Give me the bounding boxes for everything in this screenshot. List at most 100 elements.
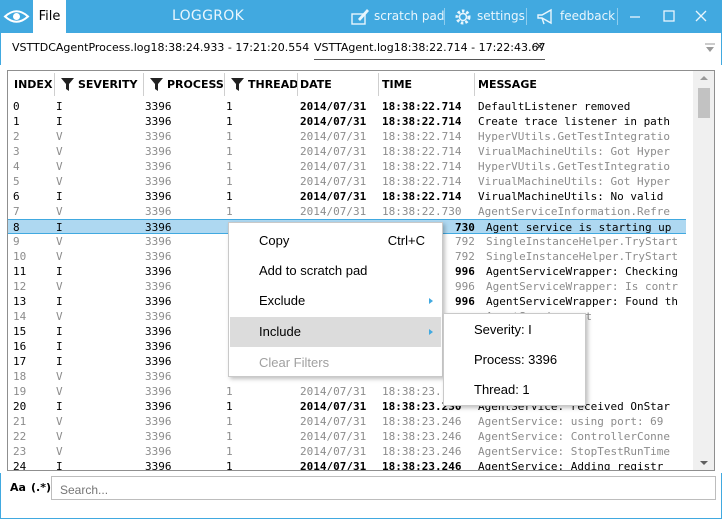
cell-time: 18:38:23.246 [382, 460, 462, 471]
cell-process: 3396 [145, 445, 172, 458]
column-header-process[interactable]: PROCESS [150, 71, 226, 98]
table-row[interactable]: 6 I 3396 1 2014/07/31 18:38:22.714 VirualMachi… [8, 189, 686, 204]
cell-index: 24 [13, 460, 27, 471]
table-row[interactable]: 7 V 3396 1 2014/07/31 18:38:22.730 AgentServic… [8, 204, 686, 219]
cell-severity: V [56, 145, 63, 158]
table-row[interactable]: 4 V 3396 1 2014/07/31 18:38:22.714 HyperVUtils… [8, 159, 686, 174]
cell-time: 18:38:22.714 [382, 130, 462, 143]
cell-date: 2014/07/31 [300, 385, 367, 398]
cell-severity: I [56, 295, 63, 308]
table-row[interactable]: 0 I 3396 1 2014/07/31 18:38:22.714 DefaultList… [8, 99, 686, 114]
cell-message: HyperVUtils.GetTestIntegratio [478, 130, 671, 143]
scroll-down-icon[interactable] [693, 456, 714, 470]
cell-severity: V [56, 250, 63, 263]
cell-message: VirualMachineUtils: Got Hyper [478, 145, 671, 158]
table-row[interactable]: 21 V 3396 1 2014/07/31 18:38:23.246 AgentServi… [8, 414, 686, 429]
cell-thread: 1 [226, 205, 233, 218]
funnel-icon[interactable] [61, 78, 74, 91]
column-header-index[interactable]: INDEX [14, 71, 54, 98]
maximize-button[interactable] [656, 0, 682, 33]
column-header-time[interactable]: TIME [382, 71, 472, 98]
search-input[interactable] [51, 476, 716, 500]
table-row[interactable]: 22 V 3396 1 2014/07/31 18:38:23.246 AgentServi… [8, 429, 686, 444]
submenu-item-process[interactable]: Process: 3396 [445, 345, 584, 375]
eye-icon[interactable] [0, 0, 33, 33]
column-divider[interactable] [474, 73, 475, 96]
table-row[interactable]: 1 I 3396 1 2014/07/31 18:38:22.714 Create trac… [8, 114, 686, 129]
cell-index: 5 [13, 175, 20, 188]
cell-time: 18:38:22.714 [382, 145, 462, 158]
column-divider[interactable] [54, 73, 55, 96]
scratch-pad-button[interactable]: scratch pad [350, 0, 444, 33]
funnel-icon[interactable] [150, 78, 163, 91]
cell-message: AgentServiceWrapper: Checking [486, 265, 679, 278]
cell-process: 3396 [145, 415, 172, 428]
settings-button[interactable]: settings [453, 0, 525, 33]
column-divider[interactable] [378, 73, 379, 96]
cell-index: 13 [13, 295, 27, 308]
cell-severity: I [56, 400, 63, 413]
cell-message: Agent service is starting up [486, 221, 672, 234]
file-tab-vsttdcagentprocess[interactable]: VSTTDCAgentProcess.log18:38:24.933 - 17:… [12, 41, 309, 54]
cell-severity: V [56, 385, 63, 398]
table-row[interactable]: 23 V 3396 1 2014/07/31 18:38:23.246 AgentServi… [8, 444, 686, 459]
table-row[interactable]: 2 V 3396 1 2014/07/31 18:38:22.714 HyperVUtils… [8, 129, 686, 144]
scratch-pad-icon [351, 9, 369, 25]
column-divider[interactable] [224, 73, 225, 96]
submenu-item-severity[interactable]: Severity: I [445, 315, 584, 345]
cell-index: 22 [13, 430, 27, 443]
context-menu: Copy Ctrl+C Add to scratch pad Exclude I… [228, 222, 443, 377]
submenu-arrow-icon [429, 329, 433, 335]
cell-thread: 1 [226, 460, 233, 471]
cell-index: 17 [13, 355, 27, 368]
cell-time: 18:38:22.714 [382, 175, 462, 188]
column-header-date[interactable]: DATE [300, 71, 380, 98]
funnel-icon[interactable] [231, 78, 244, 91]
menu-item-exclude[interactable]: Exclude [230, 286, 441, 316]
table-row[interactable]: 5 V 3396 1 2014/07/31 18:38:22.714 VirualMachi… [8, 174, 686, 189]
cell-severity: I [56, 265, 63, 278]
table-row[interactable]: 24 I 3396 1 2014/07/31 18:38:23.246 AgentServi… [8, 459, 686, 471]
file-menu-tab[interactable]: File [33, 0, 66, 33]
vertical-scrollbar[interactable] [693, 71, 714, 470]
cell-process: 3396 [145, 460, 172, 471]
close-tab-icon[interactable]: ✕ [534, 40, 545, 55]
cell-thread: 1 [226, 160, 233, 173]
menu-item-clear-filters[interactable]: Clear Filters [230, 348, 441, 378]
column-divider[interactable] [297, 73, 298, 96]
menu-item-include[interactable]: Include [230, 317, 441, 347]
cell-date: 2014/07/31 [300, 400, 367, 413]
cell-severity: I [56, 190, 63, 203]
cell-time: 18:38:23.246 [382, 445, 462, 458]
feedback-button[interactable]: feedback [536, 0, 616, 33]
cell-date: 2014/07/31 [300, 115, 367, 128]
cell-process: 3396 [145, 400, 172, 413]
minimize-button[interactable] [622, 0, 648, 33]
file-tab-vsttagent[interactable]: VSTTAgent.log18:38:22.714 - 17:22:43.67 [314, 41, 546, 60]
close-window-button[interactable] [688, 0, 714, 33]
cell-severity: I [56, 115, 63, 128]
cell-index: 2 [13, 130, 20, 143]
case-sensitive-toggle[interactable]: Aa [10, 481, 26, 494]
scroll-up-icon[interactable] [693, 71, 714, 85]
cell-process: 3396 [145, 115, 172, 128]
cell-index: 0 [13, 100, 20, 113]
scrollbar-thumb[interactable] [698, 88, 710, 118]
cell-index: 8 [13, 221, 20, 234]
cell-process: 3396 [145, 145, 172, 158]
column-header-message[interactable]: MESSAGE [478, 71, 678, 98]
submenu-item-thread[interactable]: Thread: 1 [445, 375, 584, 405]
cell-message: AgentService: ControllerConne [478, 430, 671, 443]
cell-index: 23 [13, 445, 27, 458]
cell-index: 19 [13, 385, 27, 398]
tab-overflow-icon[interactable] [705, 42, 715, 52]
column-header-thread[interactable]: THREAD [231, 71, 301, 98]
cell-process: 3396 [145, 235, 172, 248]
column-header-severity[interactable]: SEVERITY [61, 71, 145, 98]
column-divider[interactable] [143, 73, 144, 96]
regex-toggle[interactable]: (.*) [31, 481, 51, 494]
menu-item-add-to-scratch-pad[interactable]: Add to scratch pad [230, 256, 441, 286]
table-row[interactable]: 3 V 3396 1 2014/07/31 18:38:22.714 VirualMachi… [8, 144, 686, 159]
menu-item-copy[interactable]: Copy Ctrl+C [230, 226, 441, 256]
cell-date: 2014/07/31 [300, 430, 367, 443]
